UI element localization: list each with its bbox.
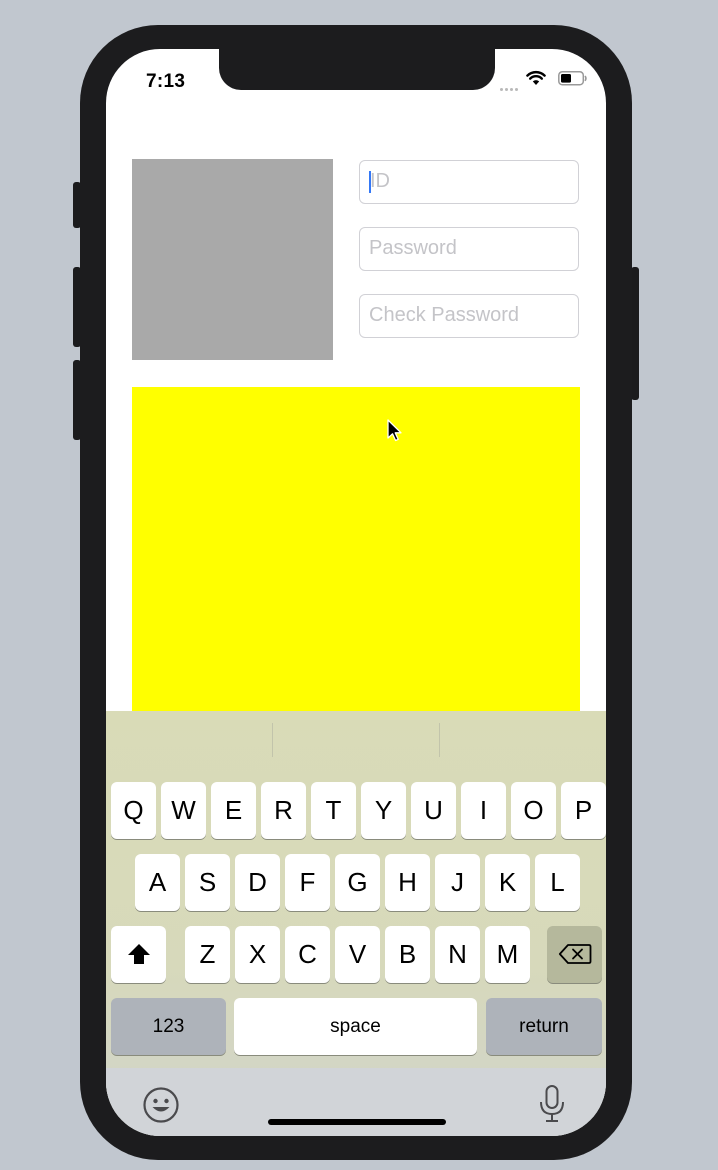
emoji-icon[interactable] [142,1086,180,1124]
password-field-placeholder: Password [369,237,457,259]
key-t[interactable]: T [311,782,356,839]
password-field[interactable]: Password [359,227,579,271]
predictive-divider [272,723,273,757]
image-placeholder[interactable] [132,159,333,360]
phone-frame: 7:13 ID Password Check Password Q W E R … [80,25,632,1160]
key-u[interactable]: U [411,782,456,839]
predictive-divider [439,723,440,757]
delete-icon [558,944,591,965]
home-indicator[interactable] [268,1119,446,1125]
battery-icon [558,71,587,86]
key-g[interactable]: G [335,854,380,911]
key-d[interactable]: D [235,854,280,911]
key-v[interactable]: V [335,926,380,983]
wifi-icon [526,71,546,85]
key-l[interactable]: L [535,854,580,911]
key-f[interactable]: F [285,854,330,911]
status-icons [498,70,588,91]
content-view [132,387,580,717]
signal-dots-icon [500,78,522,91]
delete-key[interactable] [547,926,602,983]
space-key[interactable]: space [234,998,477,1055]
keyboard: Q W E R T Y U I O P A S D F G H J K L Z … [106,711,606,1136]
predictive-bar [106,711,606,771]
key-q[interactable]: Q [111,782,156,839]
status-time: 7:13 [146,71,186,92]
key-z[interactable]: Z [185,926,230,983]
check-password-field-placeholder: Check Password [369,304,520,326]
keyboard-lower-area [106,1068,606,1136]
simulator-stage: 7:13 ID Password Check Password Q W E R … [0,0,718,1170]
key-w[interactable]: W [161,782,206,839]
id-field[interactable]: ID [359,160,579,204]
key-h[interactable]: H [385,854,430,911]
key-x[interactable]: X [235,926,280,983]
key-y[interactable]: Y [361,782,406,839]
key-a[interactable]: A [135,854,180,911]
shift-key[interactable] [111,926,166,983]
key-e[interactable]: E [211,782,256,839]
numbers-key[interactable]: 123 [111,998,226,1055]
key-k[interactable]: K [485,854,530,911]
microphone-icon[interactable] [537,1084,567,1124]
key-b[interactable]: B [385,926,430,983]
shift-icon [127,944,150,965]
notch [219,49,495,90]
key-c[interactable]: C [285,926,330,983]
key-n[interactable]: N [435,926,480,983]
key-i[interactable]: I [461,782,506,839]
power-button[interactable] [631,267,639,400]
mouse-pointer-icon [387,419,402,442]
check-password-field[interactable]: Check Password [359,294,579,338]
key-r[interactable]: R [261,782,306,839]
text-caret [369,171,371,193]
key-o[interactable]: O [511,782,556,839]
screen: 7:13 ID Password Check Password Q W E R … [106,49,606,1136]
key-j[interactable]: J [435,854,480,911]
key-m[interactable]: M [485,926,530,983]
id-field-placeholder: ID [370,170,390,192]
key-s[interactable]: S [185,854,230,911]
return-key[interactable]: return [486,998,602,1055]
key-p[interactable]: P [561,782,606,839]
